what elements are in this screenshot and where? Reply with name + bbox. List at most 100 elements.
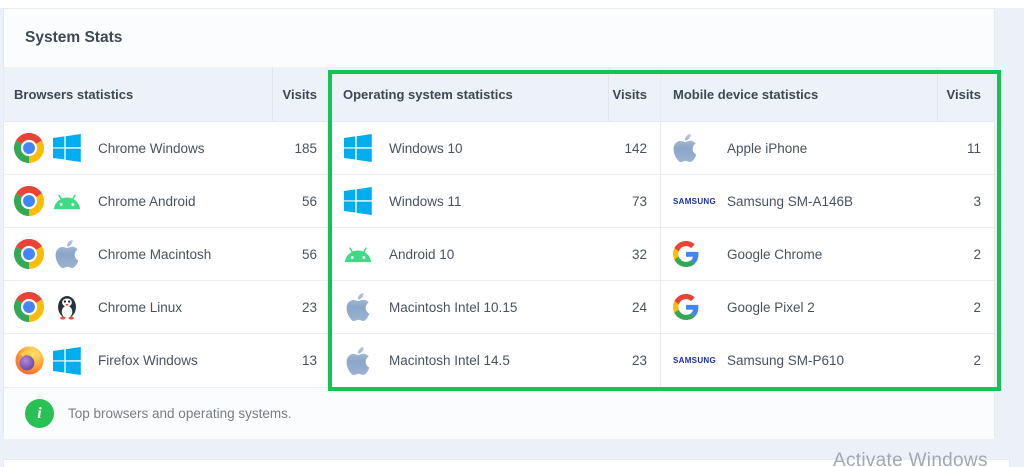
stats-table: Mobile device statisticsVisitsApple iPho… bbox=[661, 68, 994, 387]
table-row: Chrome Linux 23 bbox=[4, 281, 330, 334]
table-header-label: Mobile device statistics bbox=[661, 68, 937, 121]
row-label-text: Samsung SM-A146B bbox=[727, 194, 853, 209]
samsung-icon: SAMSUNG bbox=[673, 186, 713, 216]
stats-table: Browsers statisticsVisitsChrome Windows1… bbox=[4, 68, 331, 387]
table-row: SAMSUNG Samsung SM-P610 2 bbox=[661, 334, 994, 387]
chrome-icon bbox=[14, 133, 44, 163]
visits-header: Visits bbox=[272, 68, 330, 121]
apple-icon bbox=[343, 346, 373, 376]
system-stats-card: System Stats Browsers statisticsVisitsCh… bbox=[3, 8, 995, 437]
row-visits-value: 13 bbox=[272, 353, 330, 368]
top-strip bbox=[0, 0, 1024, 8]
row-label-text: Apple iPhone bbox=[727, 141, 807, 156]
table-row: Chrome Macintosh56 bbox=[4, 228, 330, 281]
row-visits-value: 2 bbox=[937, 247, 994, 262]
card-footer: i Top browsers and operating systems. bbox=[4, 387, 994, 439]
footer-note: Top browsers and operating systems. bbox=[68, 406, 292, 421]
row-label-text: Firefox Windows bbox=[98, 353, 198, 368]
row-label: Google Chrome bbox=[661, 239, 937, 269]
row-label-text: Macintosh Intel 10.15 bbox=[389, 300, 517, 315]
table-header-label: Operating system statistics bbox=[331, 68, 608, 121]
table-row: Google Pixel 2 2 bbox=[661, 281, 994, 334]
chrome-icon bbox=[14, 186, 44, 216]
table-row: Windows 11 73 bbox=[331, 175, 660, 228]
row-label: Macintosh Intel 10.15 bbox=[331, 292, 608, 322]
row-visits-value: 73 bbox=[608, 194, 660, 209]
row-label: Android 10 bbox=[331, 239, 608, 269]
row-label: Firefox Windows bbox=[4, 346, 272, 376]
stats-tables: Browsers statisticsVisitsChrome Windows1… bbox=[4, 68, 994, 387]
table-row: SAMSUNG Samsung SM-A146B 3 bbox=[661, 175, 994, 228]
google-icon bbox=[673, 239, 713, 269]
activate-windows-watermark: Activate Windows bbox=[833, 450, 988, 467]
table-row: Google Chrome 2 bbox=[661, 228, 994, 281]
table-row: Android 10 32 bbox=[331, 228, 660, 281]
row-label: Chrome Windows bbox=[4, 133, 272, 163]
row-label: Chrome Linux bbox=[4, 292, 272, 322]
row-label-text: Google Pixel 2 bbox=[727, 300, 815, 315]
table-header-label: Browsers statistics bbox=[4, 68, 272, 121]
android-icon bbox=[343, 239, 373, 269]
visits-header: Visits bbox=[937, 68, 994, 121]
row-label-text: Chrome Linux bbox=[98, 300, 182, 315]
samsung-wordmark: SAMSUNG bbox=[673, 356, 716, 365]
row-label: Apple iPhone bbox=[661, 133, 937, 163]
row-visits-value: 56 bbox=[272, 247, 330, 262]
row-label-text: Chrome Windows bbox=[98, 141, 205, 156]
chrome-icon bbox=[14, 292, 44, 322]
row-label: Windows 11 bbox=[331, 186, 608, 216]
table-row: Macintosh Intel 14.5 23 bbox=[331, 334, 660, 387]
row-visits-value: 2 bbox=[937, 300, 994, 315]
samsung-wordmark: SAMSUNG bbox=[673, 197, 716, 206]
row-label-text: Chrome Android bbox=[98, 194, 196, 209]
windows-icon bbox=[52, 133, 82, 163]
android-icon bbox=[52, 186, 82, 216]
row-label-text: Macintosh Intel 14.5 bbox=[389, 353, 510, 368]
row-label: Chrome Android bbox=[4, 186, 272, 216]
row-visits-value: 32 bbox=[608, 247, 660, 262]
info-icon: i bbox=[25, 399, 54, 428]
row-label: Windows 10 bbox=[331, 133, 608, 163]
row-visits-value: 2 bbox=[937, 353, 994, 368]
page: System Stats Browsers statisticsVisitsCh… bbox=[0, 0, 1024, 467]
visits-header: Visits bbox=[608, 68, 660, 121]
stats-table: Operating system statisticsVisitsWindows… bbox=[331, 68, 661, 387]
row-label: SAMSUNG Samsung SM-P610 bbox=[661, 346, 937, 376]
row-visits-value: 23 bbox=[608, 353, 660, 368]
firefox-icon bbox=[14, 346, 44, 376]
row-label: Google Pixel 2 bbox=[661, 292, 937, 322]
row-label: SAMSUNG Samsung SM-A146B bbox=[661, 186, 937, 216]
table-header-row: Browsers statisticsVisits bbox=[4, 68, 330, 122]
table-row: Macintosh Intel 10.15 24 bbox=[331, 281, 660, 334]
row-label: Macintosh Intel 14.5 bbox=[331, 346, 608, 376]
table-row: Firefox Windows 13 bbox=[4, 334, 330, 387]
linux-icon bbox=[52, 292, 82, 322]
row-visits-value: 23 bbox=[272, 300, 330, 315]
row-visits-value: 11 bbox=[937, 141, 994, 156]
google-icon bbox=[673, 292, 713, 322]
row-label: Chrome Macintosh bbox=[4, 239, 272, 269]
row-visits-value: 56 bbox=[272, 194, 330, 209]
row-visits-value: 142 bbox=[608, 141, 660, 156]
row-label-text: Google Chrome bbox=[727, 247, 822, 262]
table-row: Windows 10 142 bbox=[331, 122, 660, 175]
table-header-row: Mobile device statisticsVisits bbox=[661, 68, 994, 122]
row-label-text: Windows 10 bbox=[389, 141, 463, 156]
table-header-row: Operating system statisticsVisits bbox=[331, 68, 660, 122]
samsung-icon: SAMSUNG bbox=[673, 346, 713, 376]
table-row: Chrome Windows185 bbox=[4, 122, 330, 175]
apple-icon bbox=[343, 292, 373, 322]
table-row: Chrome Android 56 bbox=[4, 175, 330, 228]
row-visits-value: 3 bbox=[937, 194, 994, 209]
windows-icon bbox=[343, 133, 373, 163]
page-title: System Stats bbox=[4, 9, 994, 68]
apple-icon bbox=[52, 239, 82, 269]
row-visits-value: 24 bbox=[608, 300, 660, 315]
windows-icon bbox=[52, 346, 82, 376]
row-label-text: Windows 11 bbox=[389, 194, 462, 209]
chrome-icon bbox=[14, 239, 44, 269]
row-label-text: Android 10 bbox=[389, 247, 454, 262]
row-label-text: Samsung SM-P610 bbox=[727, 353, 844, 368]
table-row: Apple iPhone 11 bbox=[661, 122, 994, 175]
windows-icon bbox=[343, 186, 373, 216]
